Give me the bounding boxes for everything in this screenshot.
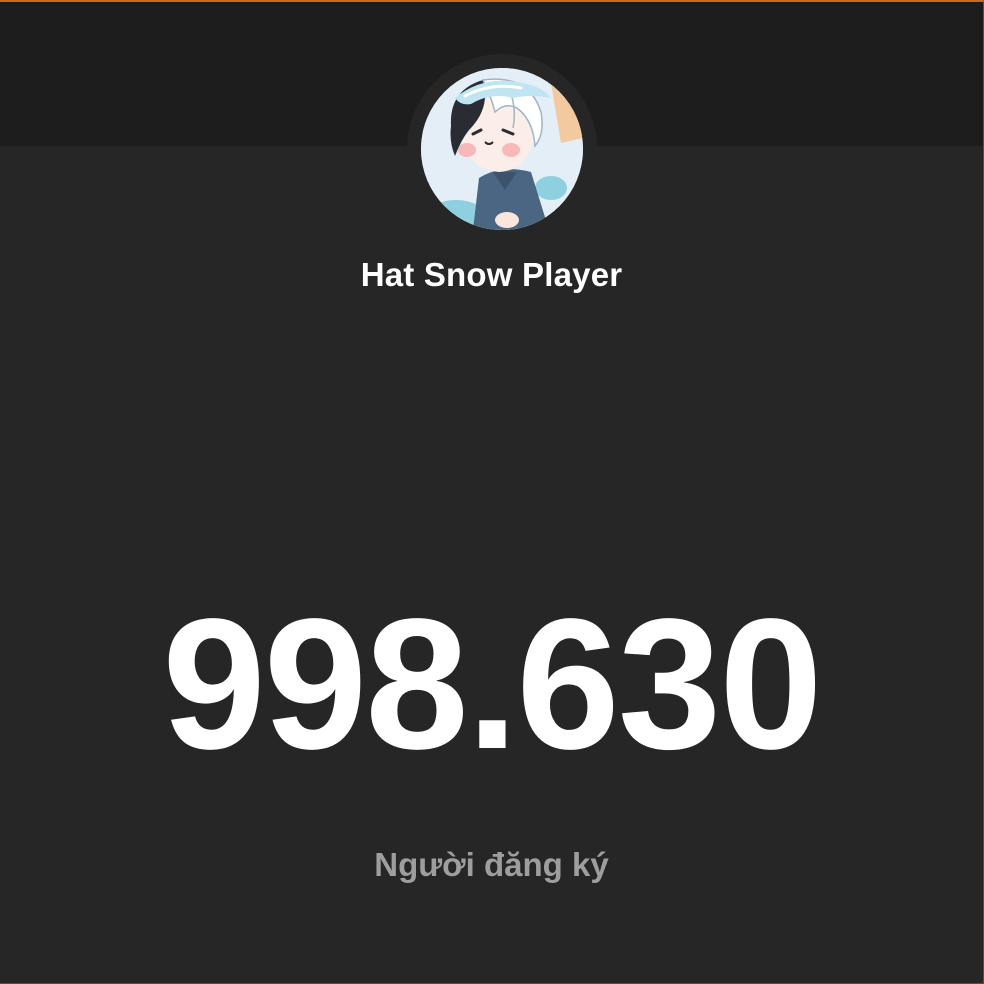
subscriber-count: 998.630 [162,581,822,788]
subscriber-counter-page: Hat Snow Player 998.630 Người đăng ký [0,0,984,984]
channel-avatar[interactable] [421,68,583,230]
subscriber-label: Người đăng ký [374,846,609,883]
channel-name: Hat Snow Player [360,256,623,293]
anime-avatar-icon [421,68,583,230]
